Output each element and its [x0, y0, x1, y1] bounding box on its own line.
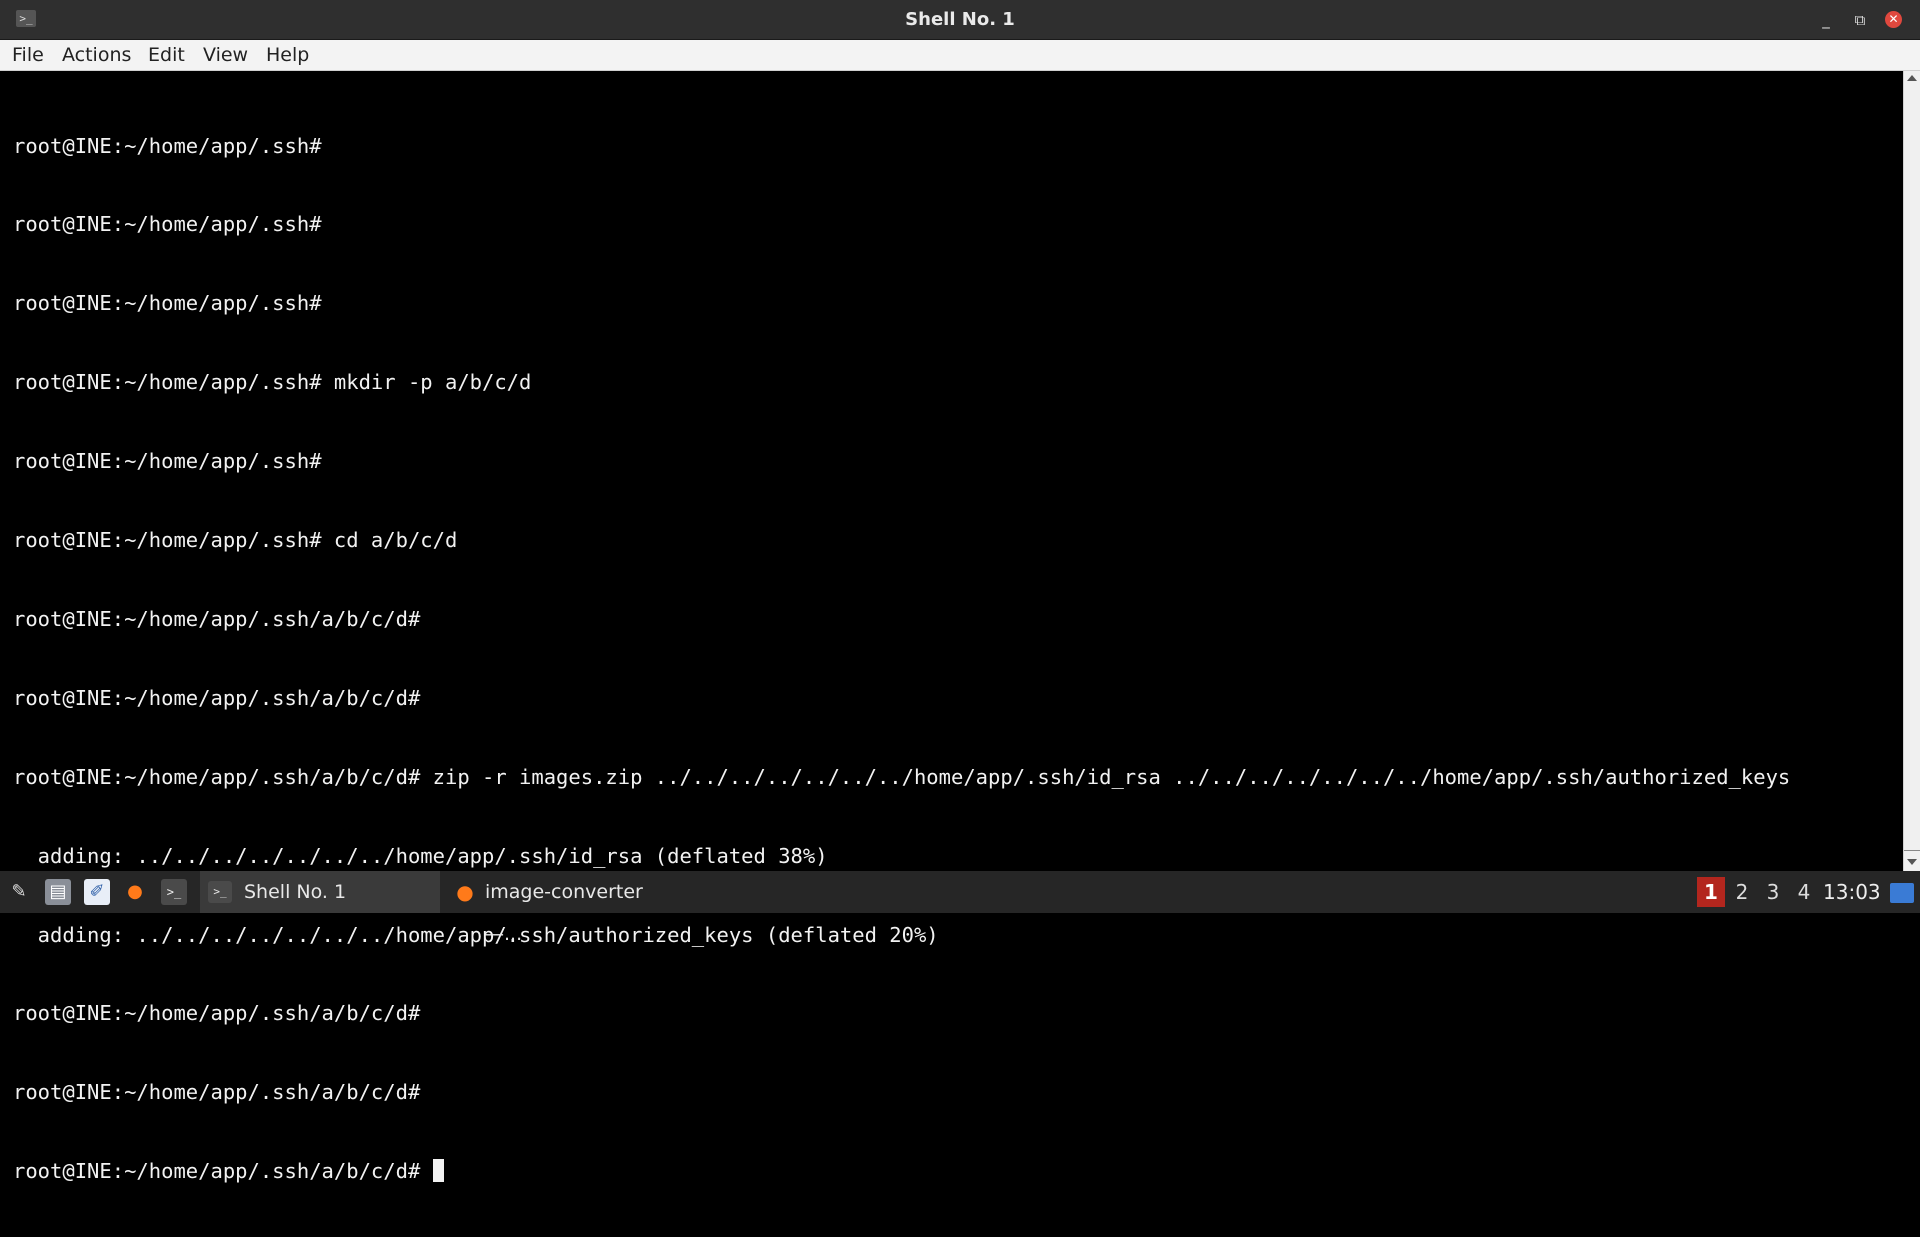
menu-actions[interactable]: Actions [62, 40, 131, 70]
window-title: Shell No. 1 [905, 9, 1015, 30]
terminal-line: root@INE:~/home/app/.ssh# mkdir -p a/b/c… [13, 370, 532, 395]
terminal-line: root@INE:~/home/app/.ssh/a/b/c/d# [13, 685, 421, 710]
file-manager-icon[interactable]: ▤ [45, 879, 71, 905]
workspace-1[interactable]: 1 [1697, 877, 1725, 907]
terminal-line: root@INE:~/home/app/.ssh/a/b/c/d# zip -r… [13, 764, 1791, 789]
terminal-icon: >_ [208, 881, 232, 903]
terminal-output[interactable]: root@INE:~/home/app/.ssh# root@INE:~/hom… [0, 71, 1902, 1183]
menu-view[interactable]: View [203, 40, 248, 70]
settings-tools-icon[interactable]: ✎ [6, 879, 32, 905]
terminal-line: root@INE:~/home/app/.ssh/a/b/c/d# [13, 1080, 421, 1105]
menu-edit[interactable]: Edit [148, 40, 185, 70]
maximize-button[interactable]: ⧉ [1850, 10, 1870, 30]
show-desktop-icon[interactable] [1890, 883, 1914, 903]
terminal-line: root@INE:~/home/app/.ssh# [13, 212, 322, 237]
close-button[interactable]: ✕ [1885, 11, 1902, 28]
workspace-2[interactable]: 2 [1728, 877, 1756, 907]
menu-file[interactable]: File [12, 40, 44, 70]
terminal-line: adding: ../../../../../../../home/app/.s… [13, 922, 939, 947]
firefox-icon: ● [456, 880, 474, 904]
scroll-up-arrow-icon[interactable] [1907, 75, 1917, 81]
text-cursor [432, 1159, 444, 1183]
text-editor-icon[interactable]: ✐ [84, 879, 110, 905]
terminal-window: >_ Shell No. 1 _ ⧉ ✕ File Actions Edit V… [0, 0, 1920, 1183]
task-image-converter[interactable]: ● image-converter —... [445, 871, 685, 945]
firefox-icon[interactable]: ● [122, 879, 148, 905]
terminal-icon[interactable]: >_ [161, 879, 187, 905]
terminal-line: root@INE:~/home/app/.ssh/a/b/c/d# [13, 606, 421, 631]
terminal-line: root@INE:~/home/app/.ssh# cd a/b/c/d [13, 528, 458, 553]
terminal-line: root@INE:~/home/app/.ssh# [13, 449, 322, 474]
terminal-prompt-line[interactable]: root@INE:~/home/app/.ssh/a/b/c/d# [13, 1158, 1902, 1184]
terminal-line: root@INE:~/home/app/.ssh# [13, 291, 322, 316]
terminal-line: root@INE:~/home/app/.ssh# [13, 133, 322, 158]
terminal-line: root@INE:~/home/app/.ssh/a/b/c/d# [13, 1001, 421, 1026]
title-bar[interactable]: >_ Shell No. 1 _ ⧉ ✕ [0, 0, 1920, 40]
scroll-down-arrow-icon[interactable] [1907, 859, 1917, 865]
terminal-line: adding: ../../../../../../../home/app/.s… [13, 843, 828, 868]
workspace-4[interactable]: 4 [1790, 877, 1818, 907]
scrollbar-thumb[interactable] [1904, 850, 1920, 851]
task-shell-no-1[interactable]: >_ Shell No. 1 [200, 871, 440, 913]
workspace-3[interactable]: 3 [1759, 877, 1787, 907]
menu-bar: File Actions Edit View Help [0, 40, 1920, 71]
current-prompt: root@INE:~/home/app/.ssh/a/b/c/d# [13, 1159, 433, 1184]
vertical-scrollbar[interactable] [1903, 71, 1920, 871]
task-label: Shell No. 1 [244, 881, 347, 903]
clock[interactable]: 13:03 [1823, 871, 1881, 913]
menu-help[interactable]: Help [266, 40, 309, 70]
minimize-button[interactable]: _ [1816, 10, 1836, 30]
taskbar: ✎ ▤ ✐ ● >_ >_ Shell No. 1 ● image-conver… [0, 871, 1920, 945]
